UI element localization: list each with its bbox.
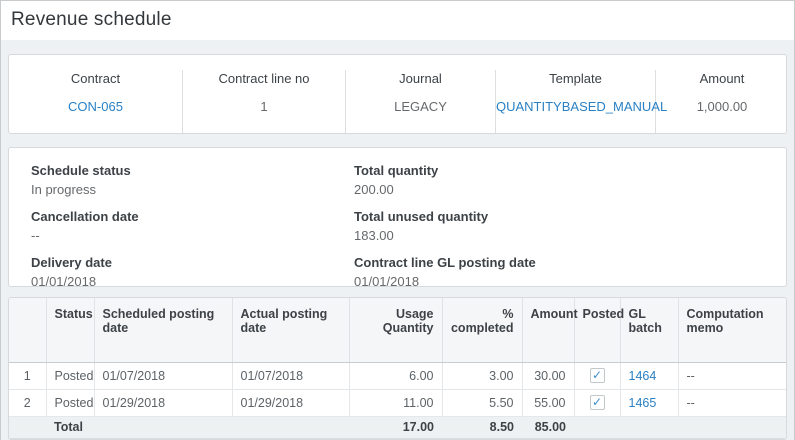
col-header-posted: Posted [574,298,620,362]
col-header-pct-completed: % completed [442,298,522,362]
gl-batch-link[interactable]: 1464 [629,369,657,383]
cancellation-date-field: Cancellation date -- [31,209,354,243]
table-total-row: Total 17.00 8.50 85.00 [9,416,786,438]
table-row: 2 Posted 01/29/2018 01/29/2018 11.00 5.5… [9,389,786,416]
title-bar: Revenue schedule [1,1,794,40]
status-cell: Posted [46,389,94,416]
schedule-status-value: In progress [31,182,354,197]
summary-col-journal: Journal LEGACY [346,70,496,133]
posted-cell: ✓ [574,389,620,416]
template-link[interactable]: QUANTITYBASED_MANUAL [496,99,667,114]
actual-posting-date-cell: 01/07/2018 [232,362,349,389]
col-header-amount: Amount [522,298,574,362]
pct-completed-cell: 5.50 [442,389,522,416]
row-number: 2 [9,389,46,416]
usage-quantity-cell: 11.00 [349,389,442,416]
contract-line-gl-posting-date-value: 01/01/2018 [354,274,786,289]
amount-cell: 30.00 [522,362,574,389]
status-cell: Posted [46,362,94,389]
details-left-column: Schedule status In progress Cancellation… [31,163,354,301]
total-row-trailing-spacer [574,416,786,438]
col-header-actual-posting-date: Actual posting date [232,298,349,362]
page-title: Revenue schedule [11,9,784,31]
page-content: Contract CON-065 Contract line no 1 Jour… [1,40,794,440]
journal-value: LEGACY [346,99,495,114]
contract-line-no-label: Contract line no [183,71,345,86]
schedule-status-label: Schedule status [31,163,354,178]
col-header-status: Status [46,298,94,362]
amount-cell: 55.00 [522,389,574,416]
pct-completed-cell: 3.00 [442,362,522,389]
total-usage-quantity: 17.00 [349,416,442,438]
summary-col-template: Template QUANTITYBASED_MANUAL [496,70,656,133]
delivery-date-label: Delivery date [31,255,354,270]
cancellation-date-value: -- [31,228,354,243]
contract-line-gl-posting-date-label: Contract line GL posting date [354,255,786,270]
details-right-column: Total quantity 200.00 Total unused quant… [354,163,786,301]
delivery-date-field: Delivery date 01/01/2018 [31,255,354,289]
total-row-spacer [9,416,46,438]
schedule-lines-card: Status Scheduled posting date Actual pos… [8,297,787,440]
total-unused-quantity-label: Total unused quantity [354,209,786,224]
schedule-details-card: Schedule status In progress Cancellation… [8,147,787,287]
total-label: Total [46,416,349,438]
scheduled-posting-date-cell: 01/07/2018 [94,362,232,389]
col-header-gl-batch: GL batch [620,298,678,362]
revenue-schedule-page: Revenue schedule Contract CON-065 Contra… [0,0,795,440]
col-header-usage-quantity: Usage Quantity [349,298,442,362]
col-header-row-number [9,298,46,362]
contract-link[interactable]: CON-065 [68,99,123,114]
template-label: Template [496,71,655,86]
table-row: 1 Posted 01/07/2018 01/07/2018 6.00 3.00… [9,362,786,389]
total-quantity-label: Total quantity [354,163,786,178]
actual-posting-date-cell: 01/29/2018 [232,389,349,416]
table-header-row: Status Scheduled posting date Actual pos… [9,298,786,362]
posted-cell: ✓ [574,362,620,389]
total-pct-completed: 8.50 [442,416,522,438]
computation-memo-cell: -- [678,362,786,389]
posted-checkbox[interactable]: ✓ [590,395,605,410]
total-unused-quantity-field: Total unused quantity 183.00 [354,209,786,243]
usage-quantity-cell: 6.00 [349,362,442,389]
summary-col-amount: Amount 1,000.00 [656,70,788,133]
delivery-date-value: 01/01/2018 [31,274,354,289]
posted-checkbox[interactable]: ✓ [590,368,605,383]
row-number: 1 [9,362,46,389]
computation-memo-cell: -- [678,389,786,416]
col-header-scheduled-posting-date: Scheduled posting date [94,298,232,362]
journal-label: Journal [346,71,495,86]
contract-summary-card: Contract CON-065 Contract line no 1 Jour… [8,54,787,134]
amount-label: Amount [656,71,788,86]
amount-value: 1,000.00 [656,99,788,114]
gl-batch-cell: 1464 [620,362,678,389]
col-header-computation-memo: Computation memo [678,298,786,362]
scheduled-posting-date-cell: 01/29/2018 [94,389,232,416]
contract-line-gl-posting-date-field: Contract line GL posting date 01/01/2018 [354,255,786,289]
summary-col-contract: Contract CON-065 [9,70,183,133]
contract-line-no-value: 1 [183,99,345,114]
total-quantity-value: 200.00 [354,182,786,197]
contract-label: Contract [9,71,182,86]
gl-batch-cell: 1465 [620,389,678,416]
cancellation-date-label: Cancellation date [31,209,354,224]
gl-batch-link[interactable]: 1465 [629,396,657,410]
total-amount: 85.00 [522,416,574,438]
schedule-lines-table: Status Scheduled posting date Actual pos… [9,298,786,439]
total-quantity-field: Total quantity 200.00 [354,163,786,197]
summary-col-contract-line-no: Contract line no 1 [183,70,346,133]
total-unused-quantity-value: 183.00 [354,228,786,243]
schedule-status-field: Schedule status In progress [31,163,354,197]
